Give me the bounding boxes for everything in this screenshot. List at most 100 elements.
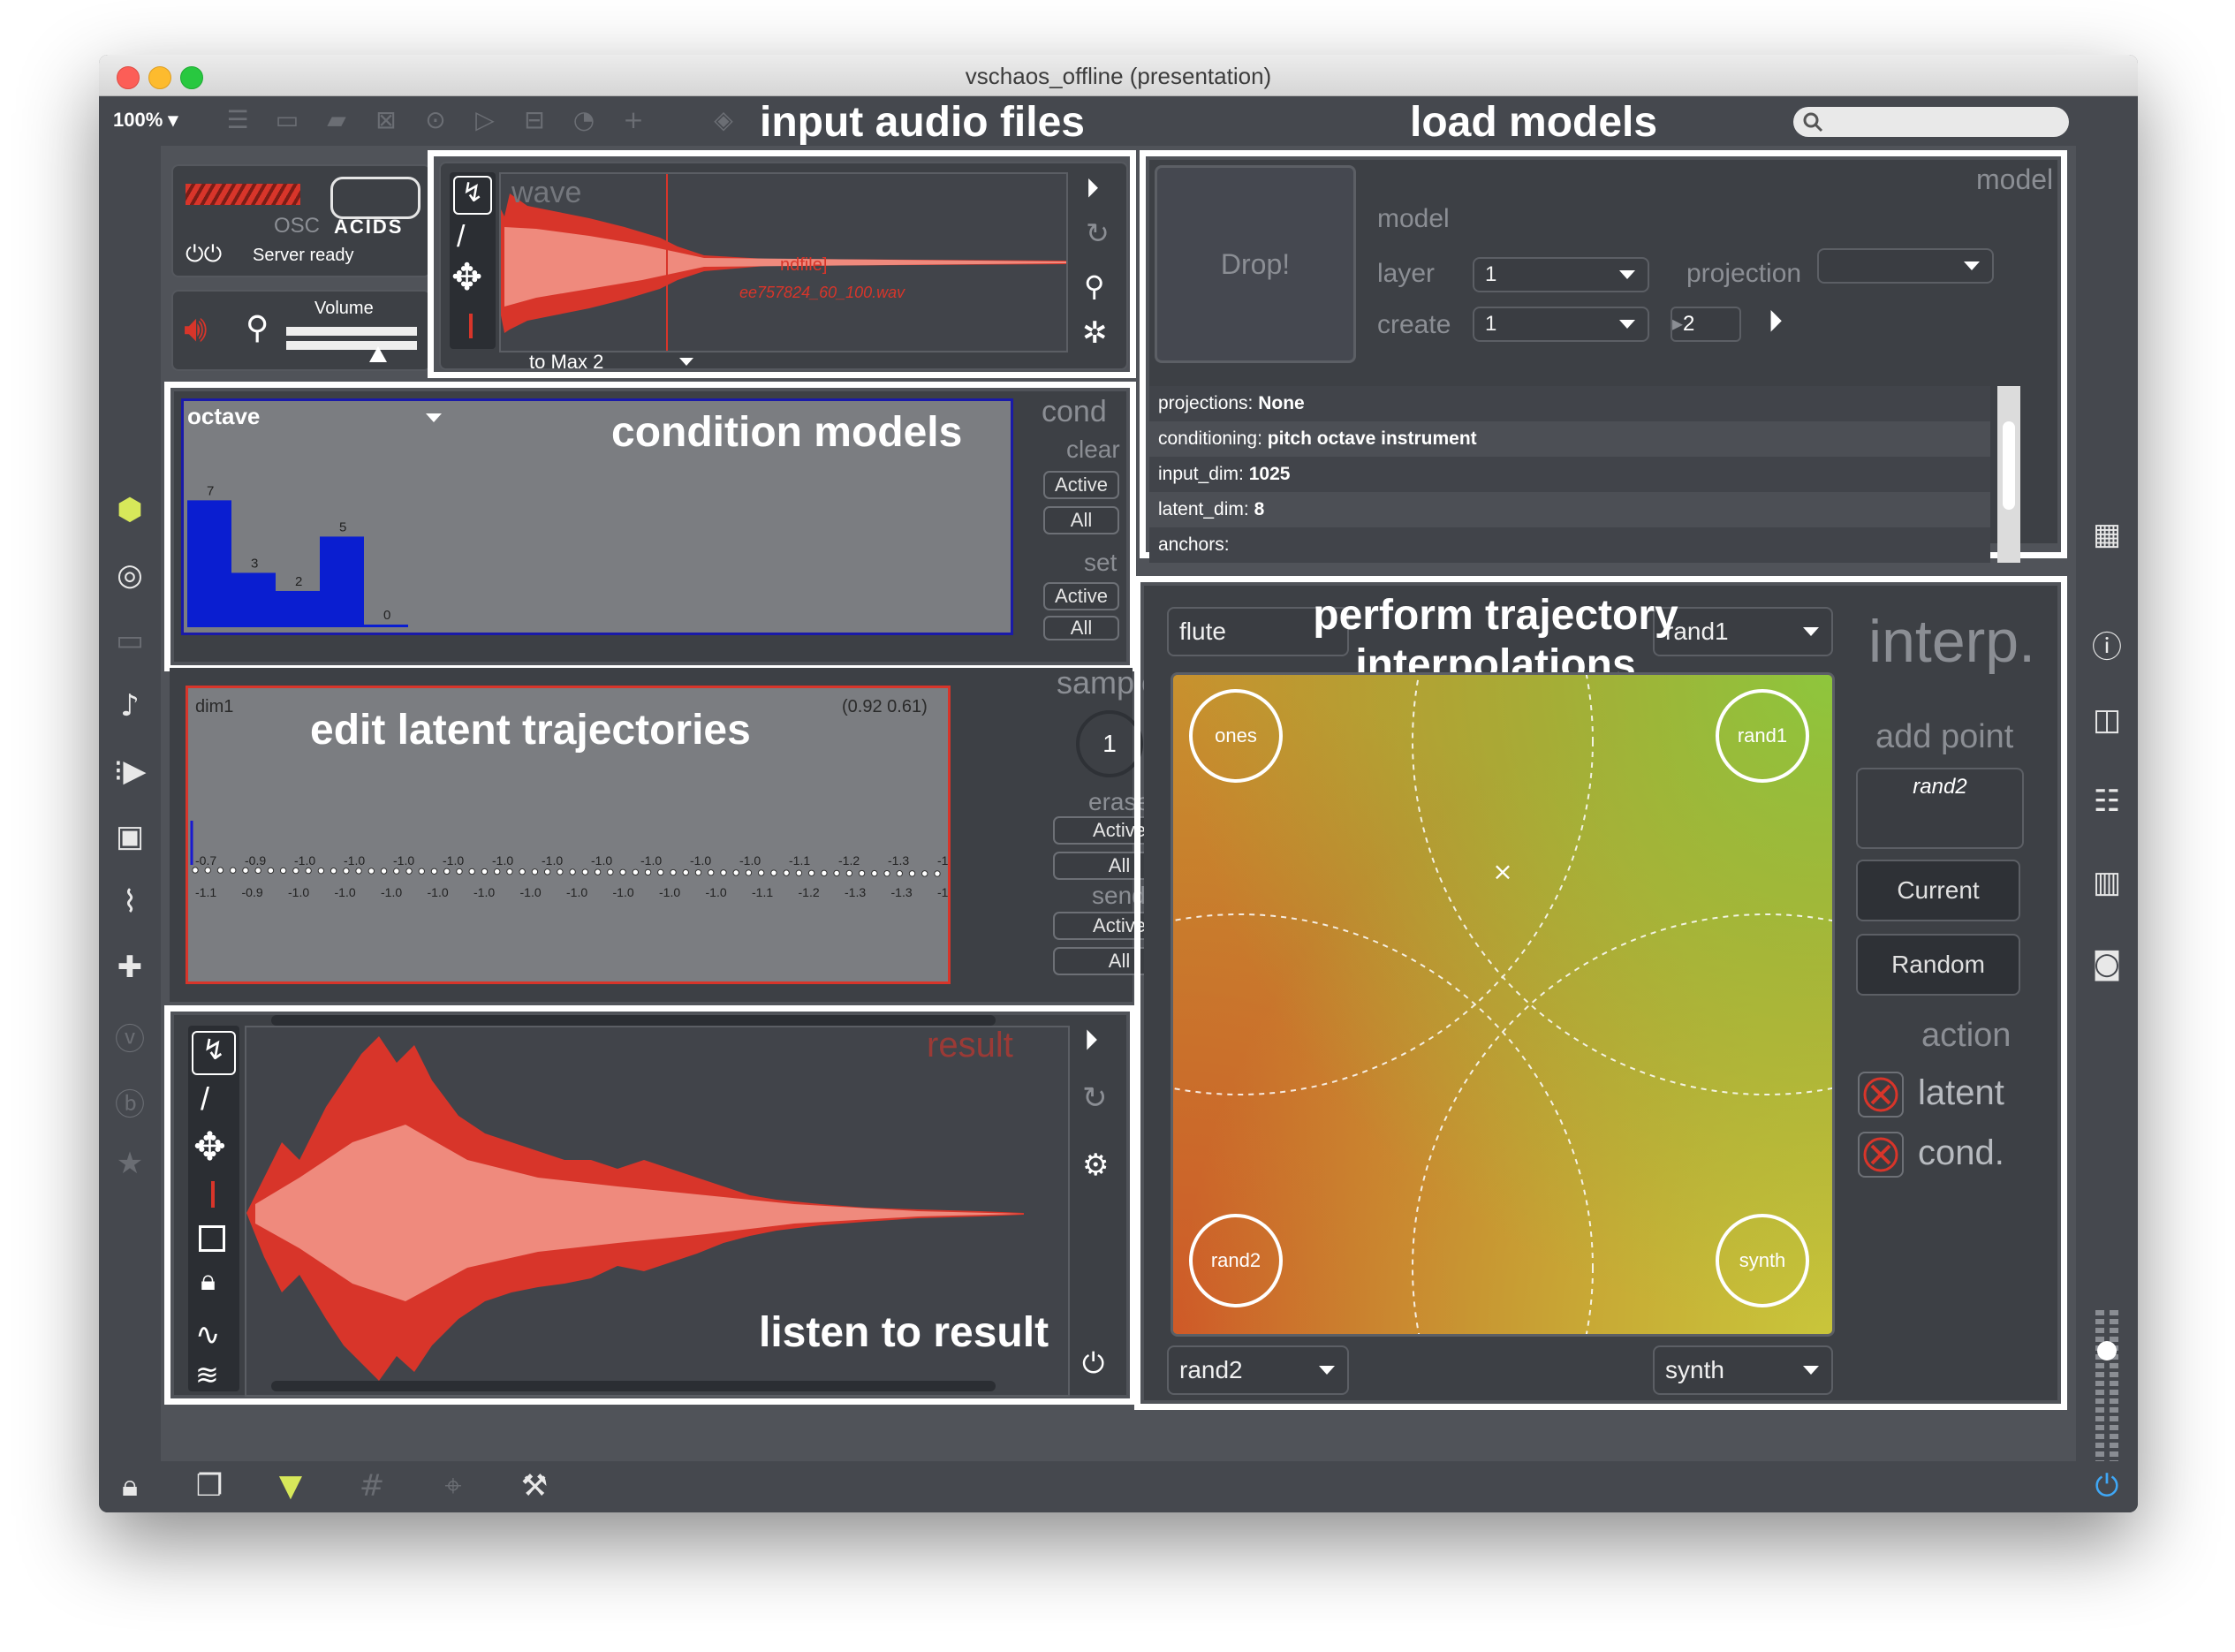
current-button[interactable]: Current [1856, 860, 2020, 921]
puzzle-icon[interactable]: ✚ [99, 950, 161, 985]
trajectory-point[interactable] [644, 868, 652, 876]
trajectory-point[interactable] [883, 869, 890, 877]
cursor-tool-icon[interactable]: ↯ [453, 176, 492, 215]
trajectory-point[interactable] [908, 870, 916, 877]
trajectory-point[interactable] [443, 868, 451, 875]
trajectory-point[interactable] [670, 868, 677, 876]
trajectory-point[interactable] [632, 868, 640, 876]
trajectory-point[interactable] [657, 868, 664, 876]
toggle-icon[interactable]: ⊠ [371, 105, 401, 135]
window-icon[interactable]: ❐ [187, 1468, 231, 1504]
trajectory-point[interactable] [745, 869, 753, 876]
latent-toggle[interactable] [1858, 1072, 1904, 1118]
book-icon[interactable]: ▥ [2076, 865, 2138, 900]
clear-active-button[interactable]: Active [1043, 471, 1119, 499]
trajectory-point[interactable] [468, 868, 475, 875]
button-icon[interactable]: ⊙ [420, 105, 451, 135]
trajectory-point[interactable] [934, 870, 941, 877]
note-icon[interactable]: ♪ [99, 688, 161, 724]
select-box-icon[interactable] [199, 1225, 225, 1252]
trajectory-point[interactable] [845, 869, 853, 877]
create-count[interactable]: ▸2 [1671, 307, 1741, 342]
dial-icon[interactable]: ◔ [569, 105, 599, 135]
cond-toggle[interactable] [1858, 1132, 1904, 1178]
trajectory-point[interactable] [858, 869, 866, 877]
trajectory-point[interactable] [192, 867, 199, 874]
random-button[interactable]: Random [1856, 934, 2020, 996]
bottom-left-select[interactable]: rand2 [1167, 1345, 1349, 1395]
trajectory-point[interactable] [367, 868, 375, 875]
result-bottom-scrollbar[interactable] [271, 1381, 996, 1391]
info-scrollbar[interactable] [1997, 386, 2020, 563]
histogram-bar[interactable] [276, 590, 320, 627]
zoom-select[interactable]: 100% ▾ [113, 109, 178, 132]
info-icon[interactable]: ⓘ [2076, 623, 2138, 666]
columns-icon[interactable]: ◫ [2076, 702, 2138, 738]
condition-histogram[interactable]: 7 3 2 5 0 octave condition models [181, 398, 1013, 635]
trajectory-point[interactable] [481, 868, 489, 875]
set-all-button[interactable]: All [1043, 616, 1119, 640]
drop-zone[interactable]: Drop! [1155, 165, 1356, 363]
play-list-icon[interactable]: ⁝▶ [99, 754, 161, 789]
trajectory-point[interactable] [757, 869, 765, 876]
trajectory-point[interactable] [732, 869, 739, 876]
output-select[interactable]: to Max 2 [529, 351, 706, 374]
play-icon[interactable]: ⏵ [1086, 174, 1099, 204]
b-icon[interactable]: ⓑ [99, 1080, 161, 1124]
result-top-scrollbar[interactable] [271, 1015, 996, 1026]
trajectory-point[interactable] [418, 868, 425, 875]
snap-icon[interactable]: ⌖ [431, 1468, 475, 1504]
trajectory-point[interactable] [506, 868, 513, 875]
cursor-tool-icon[interactable]: ↯ [192, 1031, 236, 1075]
trajectory-point[interactable] [682, 868, 689, 876]
lock-icon[interactable]: 🔒︎ [108, 1468, 152, 1504]
trajectory-point[interactable] [216, 867, 224, 874]
gauge-icon[interactable]: ▭ [99, 623, 161, 658]
trajectory-point[interactable] [230, 867, 237, 874]
speech-icon[interactable]: ▰ [322, 105, 352, 135]
osc-power-icons[interactable]: ⏻⏻ [186, 240, 222, 269]
trajectory-point[interactable] [581, 868, 589, 875]
set-active-button[interactable]: Active [1043, 582, 1119, 610]
trajectory-point[interactable] [607, 868, 614, 875]
search-input[interactable] [1793, 107, 2069, 137]
loop-icon[interactable]: ↻ [1082, 1080, 1108, 1116]
comment-icon[interactable]: ▭ [272, 105, 302, 135]
trajectory-point[interactable] [305, 867, 312, 875]
trajectory-point[interactable] [896, 870, 903, 877]
cube-icon[interactable]: ⬢ [99, 492, 161, 527]
histogram-bar[interactable] [231, 572, 276, 627]
trajectory-point[interactable] [279, 867, 287, 875]
target-icon[interactable]: ◎ [99, 557, 161, 593]
trajectory-point[interactable] [292, 867, 299, 875]
camera-icon[interactable]: ◙ [2076, 946, 2138, 981]
list-icon[interactable]: ☰ [223, 105, 253, 135]
create-play-icon[interactable]: ⏵ [1768, 305, 1783, 339]
play-icon[interactable]: ⏵ [1084, 1024, 1098, 1057]
paperclip-icon[interactable]: ⌇ [99, 884, 161, 920]
star-icon[interactable]: ★ [99, 1146, 161, 1181]
histogram-bar[interactable] [187, 500, 231, 627]
speaker-icon[interactable]: 🔊︎ [184, 307, 207, 351]
trajectory-point[interactable] [430, 868, 438, 875]
trajectory-point[interactable] [871, 869, 878, 877]
corner-synth[interactable]: synth [1716, 1214, 1809, 1307]
histogram-bar[interactable] [320, 536, 364, 627]
move-tool-icon[interactable]: ✥ [193, 1125, 226, 1170]
condition-select[interactable]: octave [187, 403, 443, 430]
trajectory-point[interactable] [531, 868, 539, 875]
scrollbar-thumb[interactable] [2003, 421, 2015, 510]
playhead-tool-icon[interactable] [211, 1181, 215, 1208]
clear-all-button[interactable]: All [1043, 506, 1119, 534]
waveform-display[interactable]: wave ndfile] ee757824_60_100.wav [499, 172, 1068, 352]
trajectory-point[interactable] [594, 868, 602, 875]
bottom-right-select[interactable]: synth [1653, 1345, 1833, 1395]
plus-icon[interactable]: + [618, 105, 648, 135]
pencil-tool-icon[interactable]: / [457, 220, 465, 254]
trajectory-point[interactable] [694, 868, 702, 876]
trajectory-point[interactable] [770, 869, 777, 876]
trajectory-point[interactable] [493, 868, 501, 875]
image-icon[interactable]: ▣ [99, 819, 161, 854]
trajectory-point[interactable] [393, 868, 400, 875]
trajectory-point[interactable] [795, 869, 803, 876]
